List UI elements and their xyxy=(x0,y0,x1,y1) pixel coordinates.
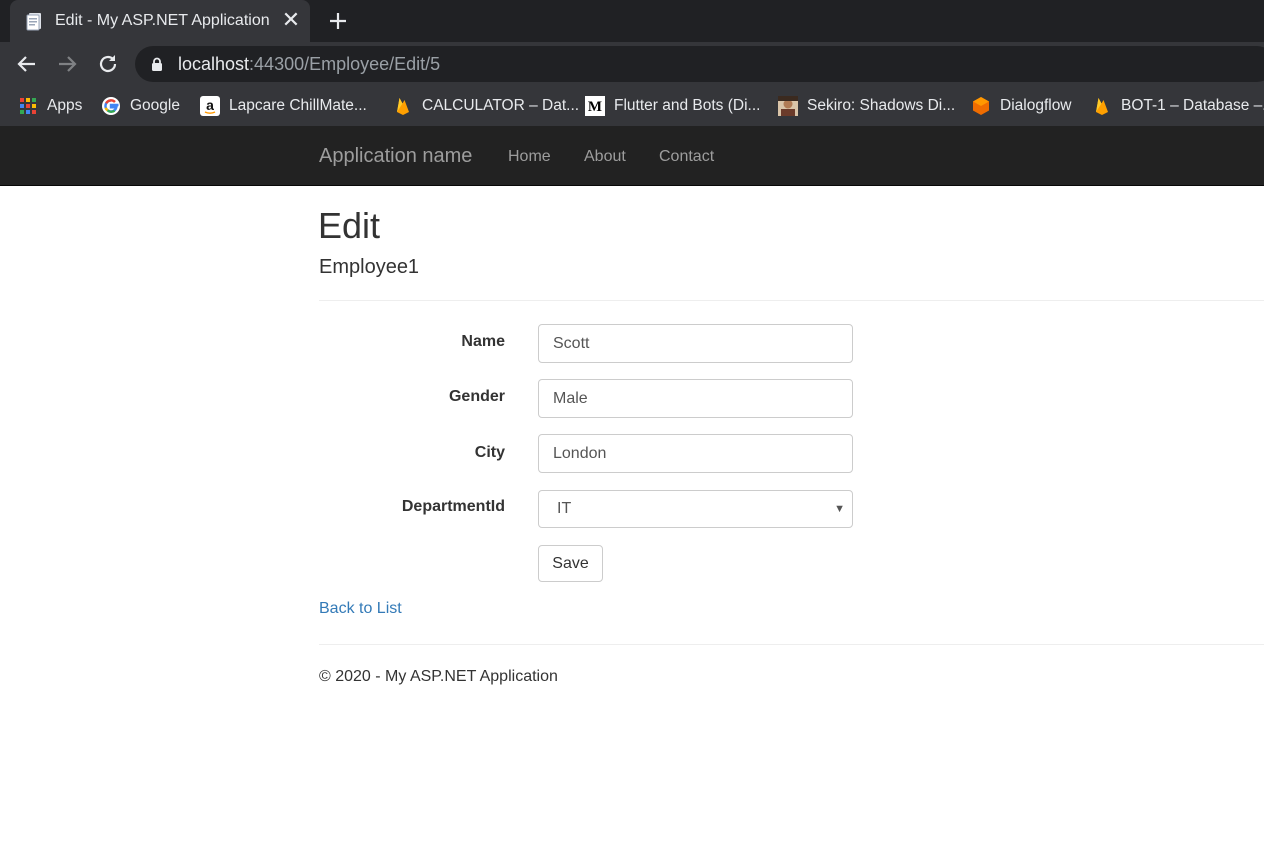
bookmark-bot1[interactable]: BOT-1 – Database –... xyxy=(1092,86,1264,126)
bookmark-sekiro[interactable]: Sekiro: Shadows Di... xyxy=(778,86,955,126)
browser-tab-active[interactable]: Edit - My ASP.NET Application ✕ xyxy=(10,0,310,42)
site-navbar: Application name Home About Contact xyxy=(0,126,1264,186)
bookmark-google[interactable]: Google xyxy=(101,86,180,126)
url-text: localhost:44300/Employee/Edit/5 xyxy=(178,54,440,75)
bookmark-calculator[interactable]: CALCULATOR – Dat... xyxy=(393,86,579,126)
browser-tabstrip: Edit - My ASP.NET Application ✕ xyxy=(0,0,1264,42)
avatar-icon xyxy=(778,96,798,116)
back-arrow-icon[interactable] xyxy=(15,52,39,76)
divider xyxy=(319,644,1264,645)
gender-label: Gender xyxy=(448,388,505,405)
url-path: :44300/Employee/Edit/5 xyxy=(249,54,441,74)
save-button[interactable]: Save xyxy=(538,545,603,582)
amazon-icon: a xyxy=(200,96,220,116)
bookmark-apps[interactable]: Apps xyxy=(18,86,82,126)
navbar-brand[interactable]: Application name xyxy=(319,145,472,168)
bookmark-label: Sekiro: Shadows Di... xyxy=(807,97,956,114)
address-bar[interactable]: localhost:44300/Employee/Edit/5 xyxy=(135,46,1264,82)
tab-title: Edit - My ASP.NET Application xyxy=(55,12,270,29)
bookmark-label: CALCULATOR – Dat... xyxy=(422,97,580,114)
department-label: DepartmentId xyxy=(401,498,505,515)
department-selected-value: IT xyxy=(557,500,572,517)
nav-link-contact[interactable]: Contact xyxy=(659,148,714,166)
nav-link-about[interactable]: About xyxy=(584,148,626,166)
bookmark-flutter[interactable]: M Flutter and Bots (Di... xyxy=(585,86,760,126)
lock-icon xyxy=(152,57,162,71)
department-select[interactable]: IT ▼ xyxy=(538,490,853,528)
forward-arrow-icon[interactable] xyxy=(55,52,79,76)
bookmarks-bar: Apps Google a Lapcare ChillMate... CALCU… xyxy=(0,86,1264,126)
new-tab-icon[interactable] xyxy=(326,9,350,33)
divider xyxy=(319,300,1264,301)
firebase-icon xyxy=(1096,98,1108,115)
bookmark-label: Dialogflow xyxy=(1000,97,1072,114)
bookmark-label: Google xyxy=(130,97,180,114)
url-host: localhost xyxy=(178,54,250,74)
firebase-icon xyxy=(397,98,409,115)
bookmark-label: BOT-1 – Database –... xyxy=(1121,97,1264,114)
back-to-list-link[interactable]: Back to List xyxy=(319,600,402,618)
gender-field[interactable] xyxy=(538,379,853,418)
svg-text:M: M xyxy=(588,99,602,115)
city-field[interactable] xyxy=(538,434,853,473)
medium-icon: M xyxy=(585,96,605,116)
name-label: Name xyxy=(461,333,505,350)
nav-link-home[interactable]: Home xyxy=(508,148,551,166)
bookmark-label: Apps xyxy=(47,97,83,114)
footer-text: © 2020 - My ASP.NET Application xyxy=(319,668,558,685)
city-label: City xyxy=(474,444,505,461)
page-icon xyxy=(26,13,41,31)
page-subtitle: Employee1 xyxy=(319,256,420,278)
browser-toolbar: localhost:44300/Employee/Edit/5 xyxy=(0,42,1264,86)
bookmark-lapcare[interactable]: a Lapcare ChillMate... xyxy=(200,86,367,126)
close-icon[interactable]: ✕ xyxy=(280,9,302,31)
dialogflow-icon xyxy=(973,97,989,115)
google-icon xyxy=(102,97,120,115)
bookmark-label: Lapcare ChillMate... xyxy=(229,97,367,114)
name-field[interactable] xyxy=(538,324,853,363)
svg-text:a: a xyxy=(206,97,214,113)
apps-grid-icon xyxy=(20,98,36,114)
bookmark-label: Flutter and Bots (Di... xyxy=(614,97,761,114)
page-title: Edit xyxy=(318,205,381,246)
chevron-down-icon: ▼ xyxy=(834,503,845,515)
reload-icon[interactable] xyxy=(96,52,120,76)
bookmark-dialogflow[interactable]: Dialogflow xyxy=(971,86,1072,126)
